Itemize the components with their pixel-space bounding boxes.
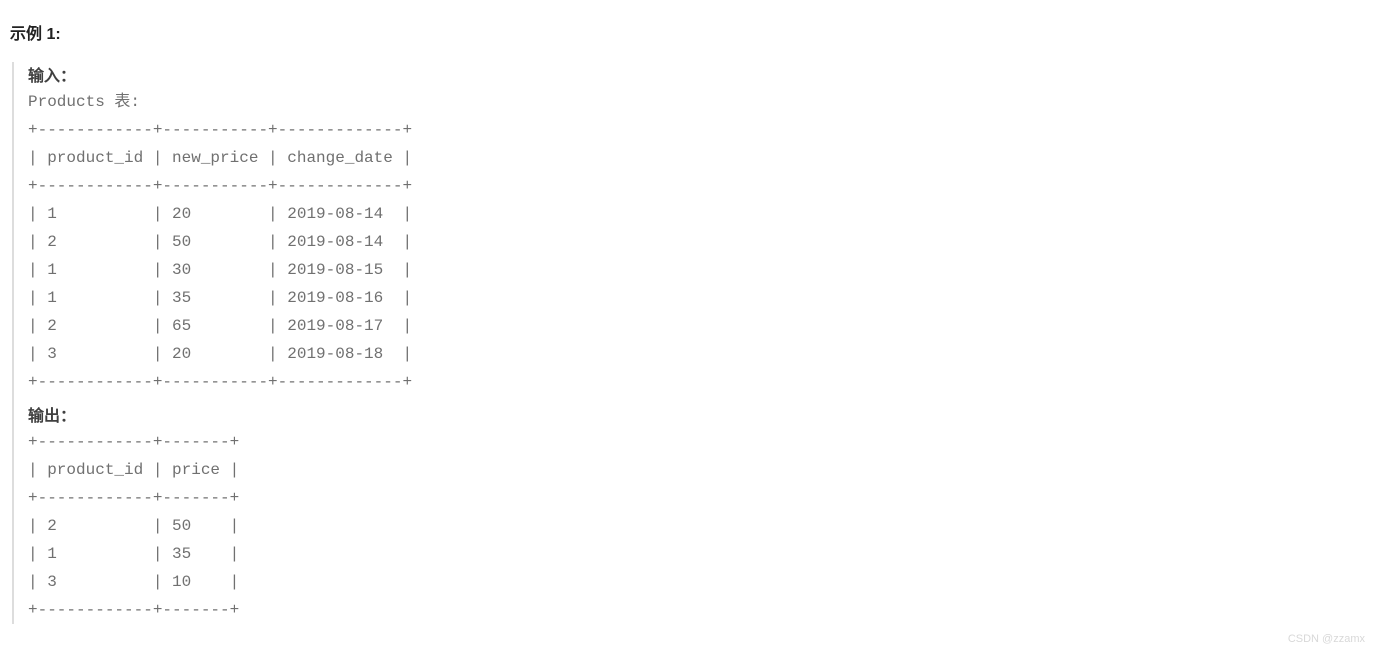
output-table-row: | 3 | 10 | (28, 568, 1369, 596)
input-table-border-bot: +------------+-----------+-------------+ (28, 368, 1369, 396)
watermark-text: CSDN @zzamx (1288, 633, 1365, 645)
output-table-border-top: +------------+-------+ (28, 428, 1369, 456)
input-section-label: 输入： (28, 62, 1369, 86)
input-table-row: | 2 | 50 | 2019-08-14 | (28, 228, 1369, 256)
output-table-border-bot: +------------+-------+ (28, 596, 1369, 624)
input-table-border-mid: +------------+-----------+-------------+ (28, 172, 1369, 200)
output-table-header: | product_id | price | (28, 456, 1369, 484)
input-table-row: | 1 | 30 | 2019-08-15 | (28, 256, 1369, 284)
input-table-row: | 3 | 20 | 2019-08-18 | (28, 340, 1369, 368)
output-table-border-mid: +------------+-------+ (28, 484, 1369, 512)
input-table-header: | product_id | new_price | change_date | (28, 144, 1369, 172)
input-table-border-top: +------------+-----------+-------------+ (28, 116, 1369, 144)
output-table-row: | 1 | 35 | (28, 540, 1369, 568)
output-table-row: | 2 | 50 | (28, 512, 1369, 540)
input-table-row: | 1 | 20 | 2019-08-14 | (28, 200, 1369, 228)
example-heading: 示例 1: (10, 20, 1369, 44)
output-section-label: 输出： (28, 402, 1369, 426)
input-table-row: | 2 | 65 | 2019-08-17 | (28, 312, 1369, 340)
example-block: 输入： Products 表: +------------+----------… (12, 62, 1369, 624)
input-products-label: Products 表: (28, 88, 1369, 116)
input-table-row: | 1 | 35 | 2019-08-16 | (28, 284, 1369, 312)
